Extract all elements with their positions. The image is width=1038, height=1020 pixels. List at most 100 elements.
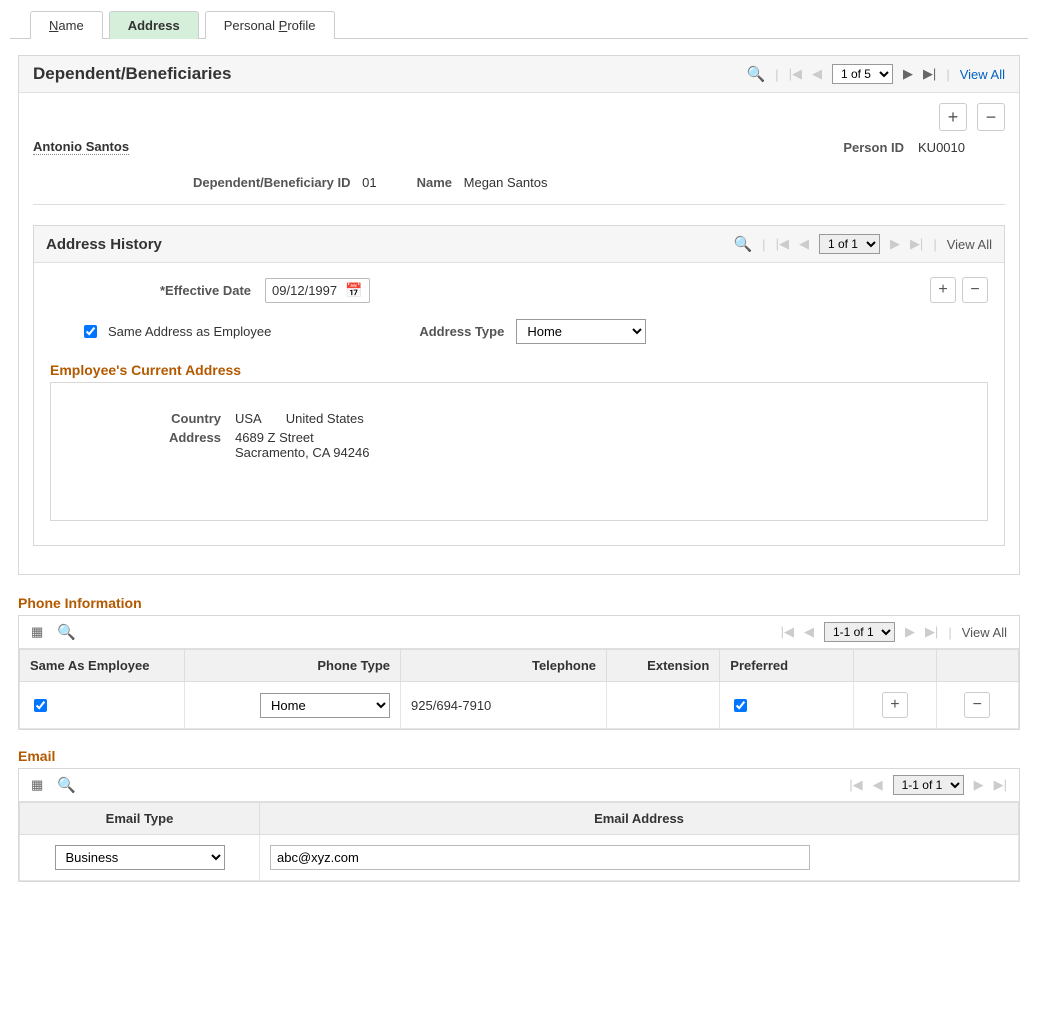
separator-icon: |: [775, 67, 778, 82]
col-email-addr: Email Address: [260, 803, 1019, 835]
delete-row-button[interactable]: −: [962, 277, 988, 303]
col-del: [936, 650, 1018, 682]
dep-name-label: Name: [417, 175, 452, 190]
effective-date-value: 09/12/1997: [272, 283, 337, 298]
main-panel-body: + − Antonio Santos Person ID KU0010 Depe…: [19, 93, 1019, 574]
grid-settings-icon[interactable]: ▦: [31, 624, 43, 640]
col-ext: Extension: [607, 650, 720, 682]
phone-section-title: Phone Information: [18, 595, 1020, 611]
phone-toolbar: ▦ 🔍 |◀ ◀ 1-1 of 1 ▶ ▶| | View All: [19, 616, 1019, 649]
address-history-body: *Effective Date 09/12/1997 📅 + − Same Ad…: [34, 263, 1004, 545]
preferred-checkbox[interactable]: [734, 699, 747, 712]
table-row: Home 925/694-7910 + −: [20, 682, 1019, 729]
prev-icon[interactable]: ◀: [799, 236, 809, 252]
next-icon[interactable]: ▶: [903, 66, 913, 82]
tab-name[interactable]: Name: [30, 11, 103, 39]
col-same: Same As Employee: [20, 650, 185, 682]
phone-table: Same As Employee Phone Type Telephone Ex…: [19, 649, 1019, 729]
main-panel-title: Dependent/Beneficiaries: [33, 64, 231, 84]
prev-icon[interactable]: ◀: [873, 777, 883, 793]
separator-icon: |: [762, 237, 765, 252]
person-row: Antonio Santos Person ID KU0010: [33, 139, 1005, 155]
person-id-value: KU0010: [918, 140, 965, 155]
col-add: [854, 650, 936, 682]
email-section-title: Email: [18, 748, 1020, 764]
country-name: United States: [286, 411, 364, 426]
delete-row-button[interactable]: −: [964, 692, 990, 718]
telephone-value: 925/694-7910: [401, 682, 607, 729]
separator-icon: |: [948, 625, 951, 640]
tab-bar: Name Address Personal Profile: [10, 10, 1028, 39]
add-row-button[interactable]: +: [882, 692, 908, 718]
address-history-title: Address History: [46, 236, 162, 253]
effective-date-field[interactable]: 09/12/1997 📅: [265, 278, 370, 303]
next-icon[interactable]: ▶: [905, 624, 915, 640]
view-all-link[interactable]: View All: [962, 625, 1007, 640]
person-id-label: Person ID: [843, 140, 904, 155]
add-row-button[interactable]: +: [939, 103, 967, 131]
prev-icon[interactable]: ◀: [804, 624, 814, 640]
first-icon[interactable]: |◀: [781, 624, 794, 640]
col-pref: Preferred: [720, 650, 854, 682]
grid-settings-icon[interactable]: ▦: [31, 777, 43, 793]
tab-profile-label: Personal Profile: [224, 18, 316, 33]
same-address-checkbox[interactable]: [84, 325, 97, 338]
email-address-input[interactable]: [270, 845, 810, 870]
country-code: USA: [235, 411, 262, 426]
dependent-detail-row: Dependent/Beneficiary ID 01 Name Megan S…: [33, 155, 1005, 205]
tab-address[interactable]: Address: [109, 11, 199, 39]
search-icon[interactable]: 🔍: [57, 623, 76, 641]
col-email-type: Email Type: [20, 803, 260, 835]
country-label: Country: [141, 411, 221, 426]
delete-row-button[interactable]: −: [977, 103, 1005, 131]
col-type: Phone Type: [184, 650, 400, 682]
record-select[interactable]: 1 of 1: [819, 234, 880, 254]
person-link[interactable]: Antonio Santos: [33, 139, 129, 155]
address-type-label: Address Type: [419, 324, 504, 339]
calendar-icon[interactable]: 📅: [345, 282, 362, 299]
prev-icon[interactable]: ◀: [812, 66, 822, 82]
email-type-select[interactable]: Business: [55, 845, 225, 870]
main-nav: 🔍 | |◀ ◀ 1 of 5 ▶ ▶| | View All: [746, 64, 1005, 84]
email-toolbar: ▦ 🔍 |◀ ◀ 1-1 of 1 ▶ ▶|: [19, 769, 1019, 802]
tab-profile[interactable]: Personal Profile: [205, 11, 335, 39]
dep-id-label: Dependent/Beneficiary ID: [193, 175, 351, 190]
main-panel-header: Dependent/Beneficiaries 🔍 | |◀ ◀ 1 of 5 …: [19, 56, 1019, 93]
view-all-link[interactable]: View All: [960, 67, 1005, 82]
phone-type-select[interactable]: Home: [260, 693, 390, 718]
first-icon[interactable]: |◀: [789, 66, 802, 82]
add-row-button[interactable]: +: [930, 277, 956, 303]
same-address-label: Same Address as Employee: [108, 324, 271, 339]
dep-name-value: Megan Santos: [464, 175, 548, 190]
separator-icon: |: [946, 67, 949, 82]
email-table: Email Type Email Address Business: [19, 802, 1019, 881]
tab-address-label: Address: [128, 18, 180, 33]
view-all-link[interactable]: View All: [947, 237, 992, 252]
table-row: Business: [20, 835, 1019, 881]
search-icon[interactable]: 🔍: [57, 776, 76, 794]
main-panel: Dependent/Beneficiaries 🔍 | |◀ ◀ 1 of 5 …: [18, 55, 1020, 575]
record-select[interactable]: 1 of 5: [832, 64, 893, 84]
first-icon[interactable]: |◀: [849, 777, 862, 793]
record-select[interactable]: 1-1 of 1: [893, 775, 964, 795]
search-icon[interactable]: 🔍: [746, 65, 765, 83]
effective-date-label: *Effective Date: [160, 283, 251, 298]
phone-grid: ▦ 🔍 |◀ ◀ 1-1 of 1 ▶ ▶| | View All Same A…: [18, 615, 1020, 730]
address-history-header: Address History 🔍 | |◀ ◀ 1 of 1 ▶ ▶| | V…: [34, 226, 1004, 263]
address-type-select[interactable]: Home: [516, 319, 646, 344]
same-as-employee-checkbox[interactable]: [34, 699, 47, 712]
col-tel: Telephone: [401, 650, 607, 682]
last-icon[interactable]: ▶|: [925, 624, 938, 640]
record-select[interactable]: 1-1 of 1: [824, 622, 895, 642]
address-line-1: 4689 Z Street: [235, 430, 969, 445]
address-history-panel: Address History 🔍 | |◀ ◀ 1 of 1 ▶ ▶| | V…: [33, 225, 1005, 546]
last-icon[interactable]: ▶|: [994, 777, 1007, 793]
first-icon[interactable]: |◀: [776, 236, 789, 252]
next-icon[interactable]: ▶: [890, 236, 900, 252]
next-icon[interactable]: ▶: [974, 777, 984, 793]
address-label: Address: [141, 430, 221, 445]
address-line-2: Sacramento, CA 94246: [235, 445, 969, 460]
last-icon[interactable]: ▶|: [923, 66, 936, 82]
last-icon[interactable]: ▶|: [910, 236, 923, 252]
search-icon[interactable]: 🔍: [733, 235, 752, 253]
